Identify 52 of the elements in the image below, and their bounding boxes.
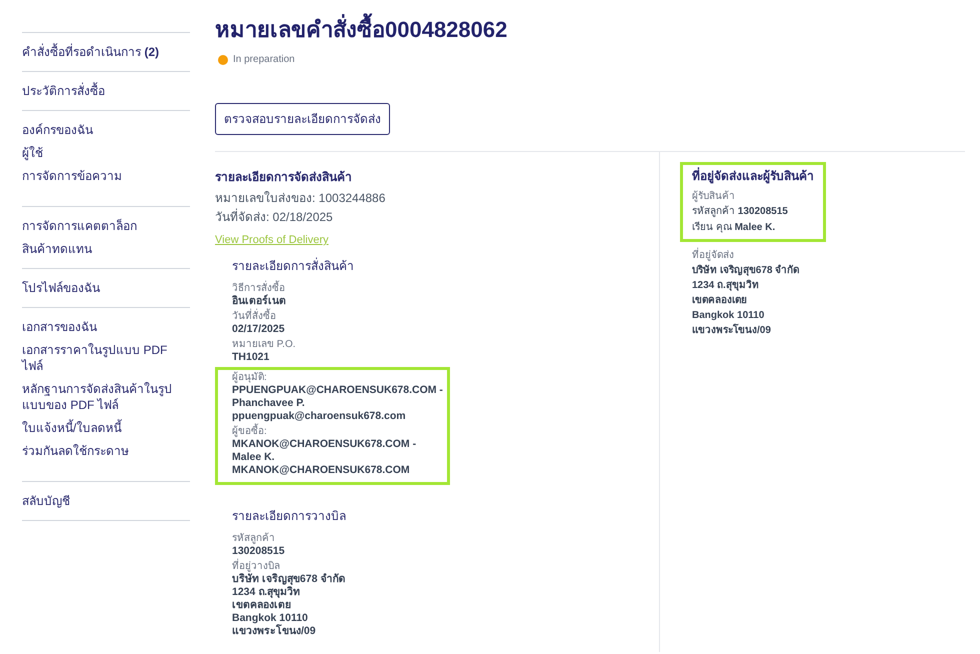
section-heading: รายละเอียดการวางบิล [232,508,347,525]
sidebar-link[interactable]: สลับบัญชี [22,493,190,509]
field-label: ที่อยู่จัดส่ง [692,249,826,263]
sidebar-link[interactable]: ประวัติการสั่งซื้อ [22,83,190,99]
field-label: วิธีการสั่งซื้อ [232,283,659,295]
sidebar-link[interactable]: ผู้ใช้ [22,145,190,161]
page-title: หมายเลขคำสั่งซื้อ0004828062 [215,14,980,46]
sidebar-link[interactable]: หลักฐานการจัดส่งสินค้าในรูปแบบของ PDF ไฟล์ [22,381,190,413]
field-value: MKANOK@CHAROENSUK678.COM [232,464,411,477]
sidebar-link[interactable]: ใบแจ้งหนี้/ใบลดหนี้ [22,420,190,436]
field-value: แขวงพระโขนง/09 [692,323,772,338]
field-label: รหัสลูกค้า [232,533,276,545]
field-label: ผู้รับสินค้า [692,190,736,204]
field-value: 1234 ถ.สุขุมวิท [232,586,302,599]
sidebar-link[interactable]: องค์กรของฉัน [22,122,190,138]
field-value: TH1021 [232,351,270,364]
sidebar-link[interactable]: เอกสารราคาในรูปแบบ PDF ไฟล์ [22,342,190,374]
field-label: ผู้ขอซื้อ: [232,426,447,438]
shipment-info: หมายเลขใบส่งของ: 1003244886 [215,190,386,207]
field-label: วันที่สั่งซื้อ [232,311,659,323]
field-value: รหัสลูกค้า 130208515 [692,204,789,219]
section-heading: รายละเอียดการจัดส่งสินค้า [215,169,353,186]
field-value: MKANOK@CHAROENSUK678.COM - Malee K. [232,438,418,464]
section-heading: รายละเอียดการสั่งสินค้า [232,257,355,275]
field-value: 130208515 [232,545,286,558]
section-heading: ที่อยู่จัดส่งและผู้รับสินค้า [692,168,815,184]
sidebar-link[interactable]: ร่วมกันลดใช้กระดาษ [22,443,190,459]
field-value: อินเตอร์เนต [232,295,287,308]
field-value: แขวงพระโขนง/09 [232,625,317,638]
shipment-info: วันที่จัดส่ง: 02/18/2025 [215,208,334,226]
field-value: บริษัท เจริญสุข678 จำกัด [232,573,346,586]
field-value: Bangkok 10110 [232,612,309,624]
field-value: 1234 ถ.สุขุมวิท [692,278,760,293]
sidebar-link[interactable]: การจัดการข้อความ [22,168,190,184]
field-label: ที่อยู่วางบิล [232,561,659,573]
field-value: Bangkok 10110 [692,309,766,323]
sidebar-link[interactable]: สินค้าทดแทน [22,241,190,257]
sidebar-link[interactable]: การจัดการแคตตาล็อก [22,218,190,234]
field-value: ppuengpuak@charoensuk678.com [232,410,407,423]
check-delivery-button[interactable]: ตรวจสอบรายละเอียดการจัดส่ง [215,103,390,135]
field-value: เขตคลองเตย [232,599,292,612]
field-value: บริษัท เจริญสุข678 จำกัด [692,264,800,278]
sidebar-link[interactable]: เอกสารของฉัน [22,319,190,335]
field-label: หมายเลข P.O. [232,339,296,351]
field-value: เขตคลองเตย [692,294,748,308]
sidebar-link[interactable]: โปรไฟล์ของฉัน [22,280,190,296]
status-text: In preparation [233,53,295,67]
sidebar-link[interactable]: คำสั่งซื้อที่รอดำเนินการ (2) [22,44,190,60]
field-value: เรียน คุณ Malee K. [692,220,776,235]
field-value: PPUENGPUAK@CHAROENSUK678.COM - Phanchavee P. [232,384,444,410]
field-value: 02/17/2025 [232,323,286,336]
field-label: ผู้อนุมัติ: [232,372,268,384]
